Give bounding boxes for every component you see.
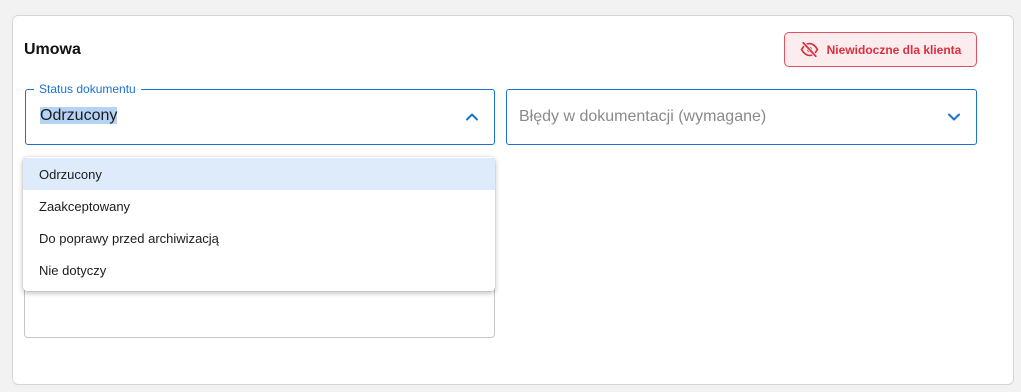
option-odrzucony[interactable]: Odrzucony	[23, 158, 495, 190]
status-dropdown-menu: Odrzucony Zaakceptowany Do poprawy przed…	[23, 157, 495, 291]
visibility-badge[interactable]: Niewidoczne dla klienta	[784, 32, 977, 67]
option-zaakceptowany[interactable]: Zaakceptowany	[23, 190, 495, 222]
errors-select[interactable]: Błędy w dokumentacji (wymagane)	[506, 89, 977, 145]
eye-off-icon	[800, 40, 819, 59]
visibility-badge-label: Niewidoczne dla klienta	[826, 42, 962, 57]
status-select[interactable]: Status dokumentu Odrzucony	[25, 81, 495, 145]
chevron-up-icon[interactable]	[464, 109, 480, 125]
section-title: Umowa	[24, 41, 81, 58]
chevron-down-icon[interactable]	[946, 109, 962, 125]
status-select-value: Odrzucony	[40, 107, 118, 124]
option-do-poprawy[interactable]: Do poprawy przed archiwizacją	[23, 222, 495, 254]
errors-select-placeholder: Błędy w dokumentacji (wymagane)	[519, 108, 767, 125]
status-select-label: Status dokumentu	[34, 81, 141, 97]
option-nie-dotyczy[interactable]: Nie dotyczy	[23, 254, 495, 286]
